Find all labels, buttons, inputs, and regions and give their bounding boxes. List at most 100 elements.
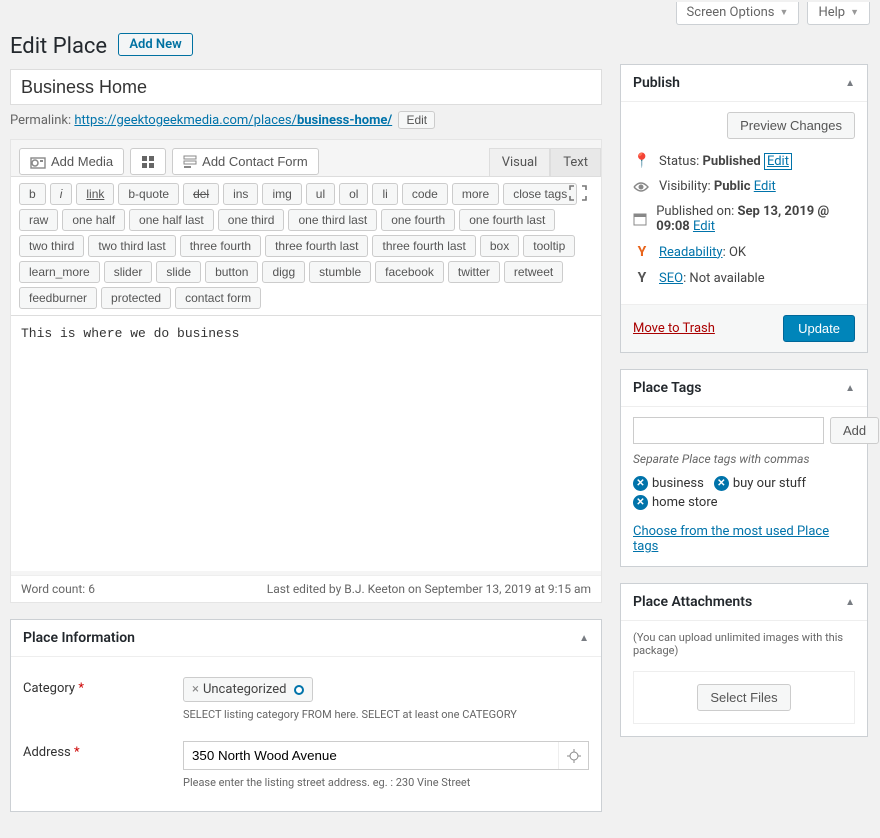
qt-raw[interactable]: raw: [19, 209, 58, 231]
qt-two-third[interactable]: two third: [19, 235, 84, 257]
qt-three-fourth-last[interactable]: three fourth last: [265, 235, 368, 257]
qt-one-half-last[interactable]: one half last: [129, 209, 214, 231]
add-tag-button[interactable]: Add: [830, 417, 879, 444]
qt-li[interactable]: li: [372, 183, 397, 205]
visibility-edit-link[interactable]: Edit: [754, 179, 776, 194]
qt-two-third-last[interactable]: two third last: [88, 235, 175, 257]
fullscreen-icon[interactable]: [569, 185, 591, 203]
qt-box[interactable]: box: [480, 235, 519, 257]
date-edit-link[interactable]: Edit: [693, 219, 715, 234]
visual-tab[interactable]: Visual: [489, 148, 551, 176]
content-textarea[interactable]: This is where we do business: [11, 316, 601, 571]
tag-chip: ✕buy our stuff: [714, 476, 806, 491]
tag-hint: Separate Place tags with commas: [633, 452, 855, 466]
qt-button[interactable]: button: [205, 261, 258, 283]
qt-three-fourth[interactable]: three fourth: [180, 235, 261, 257]
preview-changes-button[interactable]: Preview Changes: [727, 112, 855, 139]
last-edited: Last edited by B.J. Keeton on September …: [267, 582, 591, 596]
qt-code[interactable]: code: [402, 183, 448, 205]
text-tab[interactable]: Text: [550, 148, 601, 176]
page-title: Edit Place: [10, 34, 107, 59]
choose-tags-link[interactable]: Choose from the most used Place tags: [633, 524, 855, 554]
radio-icon: [294, 685, 304, 695]
chevron-up-icon: ▲: [579, 633, 589, 644]
qt-one-third[interactable]: one third: [218, 209, 285, 231]
permalink-label: Permalink:: [10, 113, 71, 128]
add-new-button[interactable]: Add New: [118, 33, 192, 56]
qt-tooltip[interactable]: tooltip: [523, 235, 575, 257]
qt-one-half[interactable]: one half: [62, 209, 125, 231]
category-chip[interactable]: × Uncategorized: [183, 677, 313, 702]
place-tags-toggle[interactable]: Place Tags ▲: [621, 370, 867, 407]
eye-icon: [633, 181, 651, 193]
qt-slider[interactable]: slider: [104, 261, 153, 283]
chevron-down-icon: ▼: [850, 7, 859, 18]
qt-one-fourth-last[interactable]: one fourth last: [459, 209, 555, 231]
status-edit-link[interactable]: Edit: [764, 153, 792, 170]
tag-chip: ✕business: [633, 476, 704, 491]
address-hint: Please enter the listing street address.…: [183, 776, 589, 789]
screen-options-tab[interactable]: Screen Options▼: [676, 2, 800, 25]
qt-b[interactable]: b: [19, 183, 46, 205]
camera-icon: [30, 155, 46, 169]
publish-toggle[interactable]: Publish ▲: [621, 65, 867, 102]
qt-slide[interactable]: slide: [156, 261, 201, 283]
chevron-up-icon: ▲: [845, 597, 855, 608]
yoast-icon: Y: [633, 270, 651, 286]
address-label: Address: [23, 745, 71, 760]
permalink-edit-button[interactable]: Edit: [398, 111, 435, 129]
readability-link[interactable]: Readability: [659, 245, 723, 260]
remove-tag-icon[interactable]: ✕: [633, 476, 648, 491]
attachments-note: (You can upload unlimited images with th…: [633, 631, 855, 657]
qt-facebook[interactable]: facebook: [375, 261, 444, 283]
chevron-down-icon: ▼: [780, 7, 789, 18]
address-input[interactable]: [184, 742, 558, 769]
qt-one-third-last[interactable]: one third last: [288, 209, 377, 231]
qt-more[interactable]: more: [452, 183, 499, 205]
update-button[interactable]: Update: [783, 315, 855, 342]
qt-b-quote[interactable]: b-quote: [118, 183, 179, 205]
form-icon: [183, 155, 197, 169]
seo-link[interactable]: SEO: [659, 271, 683, 286]
qt-close-tags[interactable]: close tags: [503, 183, 577, 205]
select-files-button[interactable]: Select Files: [697, 684, 790, 711]
remove-tag-icon[interactable]: ✕: [633, 495, 648, 510]
qt-contact-form[interactable]: contact form: [175, 287, 261, 309]
qt-del[interactable]: del: [183, 183, 219, 205]
tag-chip: ✕home store: [633, 495, 718, 510]
post-title-input[interactable]: [10, 69, 602, 105]
place-information-toggle[interactable]: Place Information ▲: [11, 620, 601, 657]
qt-ul[interactable]: ul: [306, 183, 335, 205]
qt-digg[interactable]: digg: [262, 261, 305, 283]
tag-input[interactable]: [633, 417, 824, 444]
qt-link[interactable]: link: [76, 183, 114, 205]
locate-icon[interactable]: [558, 742, 588, 769]
qt-learn_more[interactable]: learn_more: [19, 261, 100, 283]
move-to-trash-link[interactable]: Move to Trash: [633, 321, 715, 336]
qt-stumble[interactable]: stumble: [309, 261, 371, 283]
qt-ol[interactable]: ol: [339, 183, 368, 205]
qt-one-fourth[interactable]: one fourth: [381, 209, 455, 231]
grid-icon: [141, 155, 155, 169]
chevron-up-icon: ▲: [845, 383, 855, 394]
word-count: Word count: 6: [21, 582, 95, 596]
place-attachments-toggle[interactable]: Place Attachments ▲: [621, 584, 867, 621]
qt-protected[interactable]: protected: [101, 287, 171, 309]
qt-feedburner[interactable]: feedburner: [19, 287, 97, 309]
qt-i[interactable]: i: [50, 183, 73, 205]
qt-ins[interactable]: ins: [223, 183, 258, 205]
qt-three-fourth-last[interactable]: three fourth last: [372, 235, 475, 257]
add-contact-form-button[interactable]: Add Contact Form: [172, 148, 319, 175]
blocks-button[interactable]: [130, 148, 166, 175]
help-tab[interactable]: Help▼: [807, 2, 870, 25]
remove-tag-icon[interactable]: ✕: [714, 476, 729, 491]
qt-twitter[interactable]: twitter: [448, 261, 500, 283]
permalink-link[interactable]: https://geektogeekmedia.com/places/busin…: [74, 113, 392, 128]
calendar-icon: [633, 212, 648, 226]
category-hint: SELECT listing category FROM here. SELEC…: [183, 708, 589, 721]
chevron-up-icon: ▲: [845, 78, 855, 89]
qt-retweet[interactable]: retweet: [504, 261, 563, 283]
qt-img[interactable]: img: [262, 183, 301, 205]
pin-icon: 📍: [633, 153, 651, 169]
add-media-button[interactable]: Add Media: [19, 148, 124, 175]
